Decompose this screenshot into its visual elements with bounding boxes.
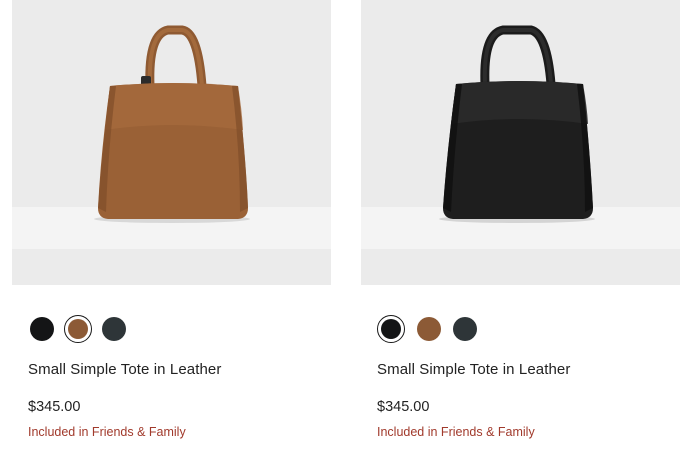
swatch-black-selected[interactable]: [377, 315, 405, 343]
promo-text: Included in Friends & Family: [28, 425, 186, 439]
product-card: Small Simple Tote in Leather $345.00 Inc…: [12, 0, 331, 439]
product-card: Small Simple Tote in Leather $345.00 Inc…: [361, 0, 680, 439]
swatch-dot: [67, 318, 88, 339]
swatch-dot: [102, 317, 126, 341]
tote-bag-image-brown: [94, 25, 250, 223]
product-price: $345.00: [28, 399, 81, 415]
swatch-black[interactable]: [28, 315, 56, 343]
swatch-dot: [30, 317, 54, 341]
swatch-brown-selected[interactable]: [64, 315, 92, 343]
swatch-brown[interactable]: [415, 315, 443, 343]
product-image[interactable]: [361, 0, 680, 285]
swatch-dark-slate[interactable]: [100, 315, 128, 343]
product-title[interactable]: Small Simple Tote in Leather: [377, 361, 570, 378]
product-image[interactable]: [12, 0, 331, 285]
swatch-dot: [453, 317, 477, 341]
swatch-dot: [380, 318, 401, 339]
swatch-dot: [417, 317, 441, 341]
swatch-dark-slate[interactable]: [451, 315, 479, 343]
tote-bag-image-black: [439, 25, 595, 223]
product-title[interactable]: Small Simple Tote in Leather: [28, 361, 221, 378]
promo-text: Included in Friends & Family: [377, 425, 535, 439]
product-price: $345.00: [377, 399, 430, 415]
